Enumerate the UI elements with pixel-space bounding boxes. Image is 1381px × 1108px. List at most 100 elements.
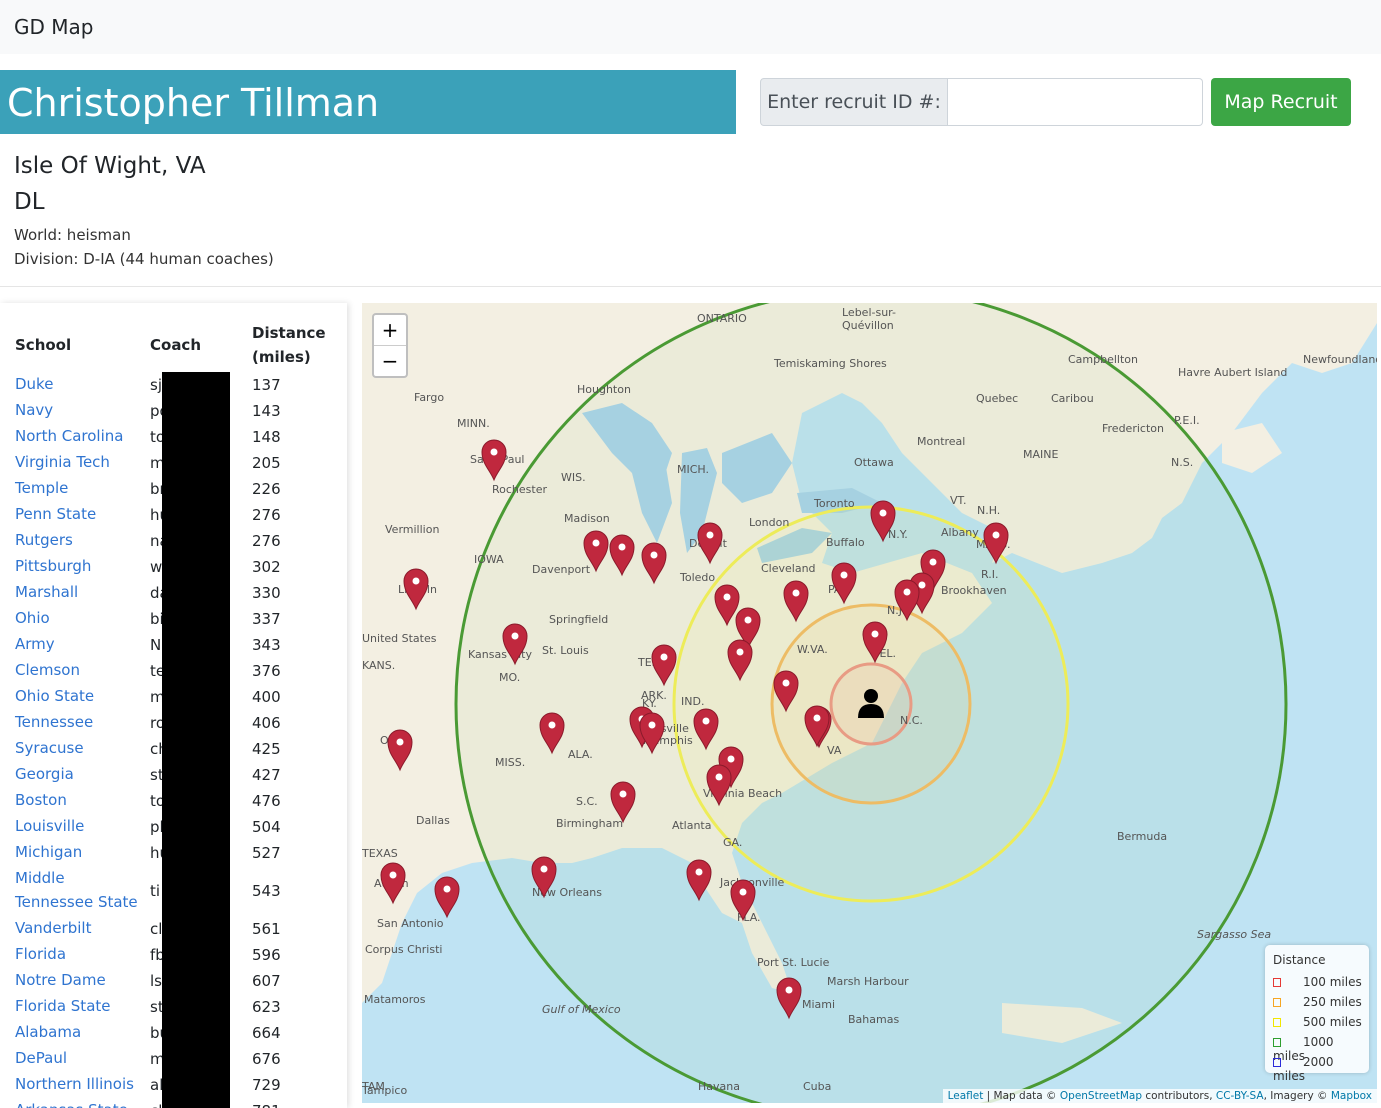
school-link[interactable]: Florida bbox=[15, 942, 145, 966]
zoom-in-button[interactable]: + bbox=[374, 315, 406, 345]
recruit-name: Christopher Tillman bbox=[7, 81, 380, 125]
school-link[interactable]: Virginia Tech bbox=[15, 450, 145, 474]
map-label: ALA. bbox=[568, 748, 593, 761]
distance-header[interactable]: Distance bbox=[252, 324, 326, 342]
map-label: N.C. bbox=[900, 714, 923, 727]
school-link[interactable]: North Carolina bbox=[15, 424, 145, 448]
school-link[interactable]: Army bbox=[15, 632, 145, 656]
map-label: GA. bbox=[723, 836, 742, 849]
map-label: Fargo bbox=[414, 391, 444, 404]
legend-item: 100 miles bbox=[1273, 975, 1362, 989]
map-label: Port St. Lucie bbox=[757, 956, 830, 969]
map-label: Lebel-sur- bbox=[842, 306, 896, 319]
map-label: Montreal bbox=[917, 435, 965, 448]
map-label: Davenport bbox=[532, 563, 591, 576]
legend-swatch bbox=[1273, 1038, 1281, 1047]
map-recruit-button[interactable]: Map Recruit bbox=[1211, 78, 1351, 126]
map-label: KANS. bbox=[362, 659, 395, 672]
distance-legend: Distance 100 miles 250 miles 500 miles 1000… bbox=[1265, 945, 1369, 1083]
school-link[interactable]: Ohio State bbox=[15, 684, 145, 708]
distance-value: 406 bbox=[252, 714, 281, 732]
map-label: Cuba bbox=[803, 1080, 831, 1093]
map-label: N.Y. bbox=[888, 528, 908, 541]
map-tiles: ONTARIOFargoMINN.Saint PaulWIS.Rochester… bbox=[362, 303, 1377, 1103]
recruit-map[interactable]: ONTARIOFargoMINN.Saint PaulWIS.Rochester… bbox=[362, 303, 1377, 1103]
mapbox-link[interactable]: Mapbox bbox=[1331, 1090, 1372, 1102]
distance-unit-header: (miles) bbox=[252, 348, 311, 366]
map-label: VA bbox=[827, 744, 842, 757]
map-label: Albany bbox=[941, 526, 979, 539]
school-link[interactable]: Clemson bbox=[15, 658, 145, 682]
school-link[interactable]: DePaul bbox=[15, 1046, 145, 1070]
school-header[interactable]: School bbox=[15, 336, 71, 354]
map-label: Gulf of Mexico bbox=[542, 1003, 621, 1016]
map-label: S.C. bbox=[576, 795, 598, 808]
distance-value: 729 bbox=[252, 1076, 281, 1094]
attribution-contrib: contributors, bbox=[1142, 1090, 1216, 1102]
school-link[interactable]: Pittsburgh bbox=[15, 554, 145, 578]
school-link[interactable]: Michigan bbox=[15, 840, 145, 864]
map-label: Marsh Harbour bbox=[827, 975, 909, 988]
school-link[interactable]: Louisville bbox=[15, 814, 145, 838]
legend-swatch bbox=[1273, 1018, 1281, 1027]
osm-link[interactable]: OpenStreetMap bbox=[1060, 1090, 1142, 1102]
school-link[interactable]: Boston bbox=[15, 788, 145, 812]
distance-value: 226 bbox=[252, 480, 281, 498]
map-label: TEXAS bbox=[362, 847, 398, 860]
recruit-title-bar: Christopher Tillman bbox=[0, 70, 736, 134]
map-label: Atlanta bbox=[672, 819, 711, 832]
school-link[interactable]: Navy bbox=[15, 398, 145, 422]
map-label: Havana bbox=[698, 1080, 740, 1093]
map-label: Ottawa bbox=[854, 456, 894, 469]
map-label: MISS. bbox=[495, 756, 525, 769]
map-label: Springfield bbox=[549, 613, 608, 626]
map-label: Caribou bbox=[1051, 392, 1094, 405]
school-link[interactable]: Marshall bbox=[15, 580, 145, 604]
recruit-position: DL bbox=[14, 189, 45, 215]
map-label: IOWA bbox=[474, 553, 504, 566]
school-link[interactable]: Northern Illinois bbox=[15, 1072, 145, 1096]
school-link[interactable]: Florida State bbox=[15, 994, 145, 1018]
school-link[interactable]: Duke bbox=[15, 372, 145, 396]
legend-label: 100 miles bbox=[1303, 975, 1362, 989]
recruit-id-input[interactable] bbox=[948, 78, 1203, 126]
school-link[interactable]: Tennessee bbox=[15, 710, 145, 734]
leaflet-link[interactable]: Leaflet bbox=[948, 1090, 984, 1102]
zoom-out-button[interactable]: − bbox=[374, 345, 406, 376]
distance-value: 623 bbox=[252, 998, 281, 1016]
school-link[interactable]: Temple bbox=[15, 476, 145, 500]
divider bbox=[0, 286, 1381, 287]
map-label: Havre Aubert Island bbox=[1178, 366, 1287, 379]
map-label: Madison bbox=[564, 512, 610, 525]
distance-value: 607 bbox=[252, 972, 281, 990]
school-link[interactable]: Ohio bbox=[15, 606, 145, 630]
map-label: P.E.I. bbox=[1174, 414, 1200, 427]
school-link[interactable]: Alabama bbox=[15, 1020, 145, 1044]
map-label: ONTARIO bbox=[697, 312, 747, 325]
distance-value: 543 bbox=[252, 882, 281, 900]
map-label: Toledo bbox=[679, 571, 715, 584]
school-link[interactable]: Rutgers bbox=[15, 528, 145, 552]
distance-value: 276 bbox=[252, 506, 281, 524]
legend-title: Distance bbox=[1273, 953, 1326, 967]
zoom-control: + − bbox=[372, 313, 408, 378]
attribution-text: | Map data © bbox=[983, 1090, 1060, 1102]
map-label: Bermuda bbox=[1117, 830, 1167, 843]
school-link[interactable]: Arkansas State bbox=[15, 1098, 145, 1108]
school-link[interactable]: Georgia bbox=[15, 762, 145, 786]
distance-value: 425 bbox=[252, 740, 281, 758]
school-link[interactable]: Vanderbilt bbox=[15, 916, 145, 940]
school-link[interactable]: Syracuse bbox=[15, 736, 145, 760]
legend-item: 2000 miles bbox=[1273, 1055, 1369, 1083]
coach-header[interactable]: Coach bbox=[150, 336, 201, 354]
school-link[interactable]: Penn State bbox=[15, 502, 145, 526]
map-label: MICH. bbox=[677, 463, 709, 476]
world-info: World: heisman bbox=[14, 226, 131, 244]
brand-link[interactable]: GD Map bbox=[14, 15, 93, 39]
school-link[interactable]: Notre Dame bbox=[15, 968, 145, 992]
license-link[interactable]: CC-BY-SA bbox=[1216, 1090, 1264, 1102]
map-label: Brookhaven bbox=[941, 584, 1007, 597]
map-label: Dallas bbox=[416, 814, 450, 827]
school-link[interactable]: Middle Tennessee State bbox=[15, 866, 145, 914]
distance-value: 427 bbox=[252, 766, 281, 784]
